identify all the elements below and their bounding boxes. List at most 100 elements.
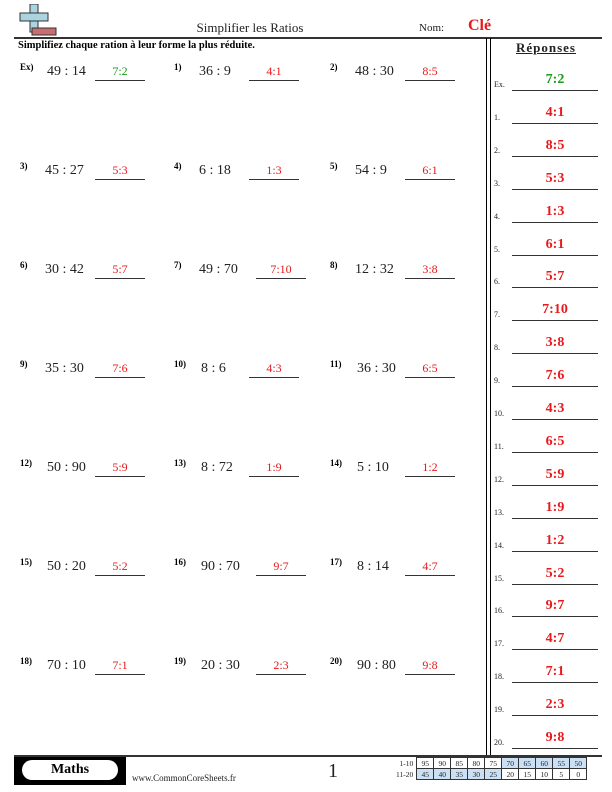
- problem-item: 1) 36 : 9 4:1: [174, 62, 324, 86]
- problem-answer[interactable]: 5:9: [95, 460, 145, 475]
- answer-key-value: 9:7: [545, 598, 565, 614]
- answer-key-number: 10.: [494, 409, 504, 418]
- problem-item: 11) 36 : 30 6:5: [330, 359, 480, 383]
- answer-key-value: 4:3: [545, 401, 565, 416]
- problem-number: 10): [174, 359, 186, 369]
- answer-key-number: 16.: [494, 606, 504, 616]
- name-value: Clé: [468, 17, 492, 34]
- answer-key-line: [512, 419, 598, 420]
- score-cell: 55: [552, 757, 571, 769]
- problem-ratio: 90 : 70: [201, 559, 240, 574]
- score-cell: 90: [433, 757, 452, 769]
- answer-key-value: 7:1: [545, 664, 565, 680]
- problem-number: 7): [174, 260, 182, 270]
- problem-number: 17): [330, 557, 342, 567]
- score-row-label: 11-20: [396, 769, 414, 779]
- answer-key-item: 17. 4:7: [494, 631, 604, 651]
- problem-item: 13) 8 : 72 1:9: [174, 458, 324, 482]
- problem-answer[interactable]: 3:8: [405, 262, 455, 277]
- problem-answer[interactable]: 4:7: [405, 559, 455, 574]
- problem-answer[interactable]: 4:3: [249, 361, 299, 376]
- answer-key-value: 8:5: [545, 137, 565, 153]
- problem-answer[interactable]: 7:1: [95, 658, 145, 673]
- answer-key-number: 12.: [494, 474, 504, 484]
- score-row: 11-20 45 40 35 30 25 20 15 10 5 0: [394, 768, 588, 780]
- problem-ratio: 49 : 70: [199, 262, 238, 277]
- name-label: Nom:: [419, 22, 445, 34]
- problem-ratio: 8 : 14: [357, 559, 389, 574]
- answer-key-line: [512, 90, 598, 91]
- problem-item: 6) 30 : 42 5:7: [20, 260, 170, 284]
- website-link[interactable]: www.CommonCoreSheets.fr: [132, 773, 236, 783]
- answer-key-value: 7:10: [542, 302, 568, 318]
- score-cell: 50: [569, 757, 588, 769]
- problem-number: 15): [20, 557, 32, 567]
- answer-line: [95, 674, 145, 675]
- problem-ratio: 36 : 30: [357, 361, 396, 376]
- answer-line: [249, 476, 299, 477]
- answer-key-title: Réponses: [515, 40, 576, 55]
- answer-key-item: 20. 9:8: [494, 730, 604, 750]
- problem-answer[interactable]: 7:2: [95, 64, 145, 79]
- problem-answer[interactable]: 6:5: [405, 361, 455, 376]
- problem-answer[interactable]: 9:8: [405, 658, 455, 673]
- answer-line: [256, 278, 306, 279]
- problem-answer[interactable]: 7:6: [95, 361, 145, 376]
- problem-item: 20) 90 : 80 9:8: [330, 656, 480, 680]
- answer-key-value: 6:1: [545, 236, 565, 252]
- problem-ratio: 12 : 32: [355, 262, 394, 277]
- score-cell: 70: [501, 757, 520, 769]
- problem-answer[interactable]: 5:2: [95, 559, 145, 574]
- problem-answer[interactable]: 6:1: [405, 163, 455, 178]
- problem-number: 12): [20, 458, 32, 468]
- answer-key-item: Ex. 7:2: [494, 72, 604, 92]
- problem-answer[interactable]: 8:5: [405, 64, 455, 79]
- problem-number: 13): [174, 458, 186, 468]
- answer-key-line: [512, 353, 598, 355]
- problem-answer[interactable]: 7:10: [256, 262, 306, 277]
- score-cell: 65: [518, 757, 537, 769]
- answer-key-line: [512, 517, 598, 519]
- problem-ratio: 8 : 72: [201, 460, 233, 475]
- problem-answer[interactable]: 4:1: [249, 64, 299, 79]
- answer-key-item: 8. 3:8: [494, 335, 604, 355]
- score-cell: 95: [416, 757, 435, 769]
- problem-ratio: 36 : 9: [199, 64, 231, 79]
- answer-key-value: 1:3: [545, 203, 565, 219]
- answer-key-item: 14. 1:2: [494, 533, 604, 553]
- answer-line: [405, 377, 455, 378]
- answer-key-line: [512, 386, 598, 388]
- problem-ratio: 35 : 30: [45, 361, 84, 376]
- problem-answer[interactable]: 5:7: [95, 262, 145, 277]
- answer-line: [95, 476, 145, 477]
- answer-key-number: Ex.: [494, 80, 505, 89]
- problem-number: 20): [330, 656, 342, 666]
- problem-item: Ex) 49 : 14 7:2: [20, 62, 170, 86]
- answer-line: [95, 80, 145, 81]
- problem-ratio: 50 : 90: [47, 460, 86, 475]
- score-row-label: 1-10: [399, 758, 414, 768]
- problem-item: 17) 8 : 14 4:7: [330, 557, 480, 581]
- problem-ratio: 54 : 9: [355, 163, 387, 178]
- problem-answer[interactable]: 9:7: [256, 559, 306, 574]
- problem-answer[interactable]: 2:3: [256, 658, 306, 673]
- problem-ratio: 5 : 10: [357, 460, 389, 475]
- answer-key-item: 16. 9:7: [494, 598, 604, 618]
- answer-key-value: 7:6: [545, 368, 565, 384]
- answer-key-line: [512, 748, 598, 749]
- problem-answer[interactable]: 1:2: [405, 460, 455, 475]
- problem-number: 14): [330, 458, 342, 468]
- score-cell: 60: [535, 757, 554, 769]
- problem-answer[interactable]: 1:3: [249, 163, 299, 178]
- answer-line: [256, 575, 306, 576]
- answer-key-number: 3.: [494, 178, 500, 188]
- answer-key-item: 7. 7:10: [494, 302, 604, 322]
- answer-key-number: 7.: [494, 310, 500, 320]
- score-cell: 5: [552, 768, 571, 780]
- answer-line: [405, 575, 455, 576]
- problem-answer[interactable]: 5:3: [95, 163, 145, 178]
- answer-key-value: 9:8: [545, 730, 565, 745]
- answer-key-number: 1.: [494, 112, 500, 122]
- answer-key-number: 14.: [494, 540, 504, 550]
- problem-answer[interactable]: 1:9: [249, 460, 299, 475]
